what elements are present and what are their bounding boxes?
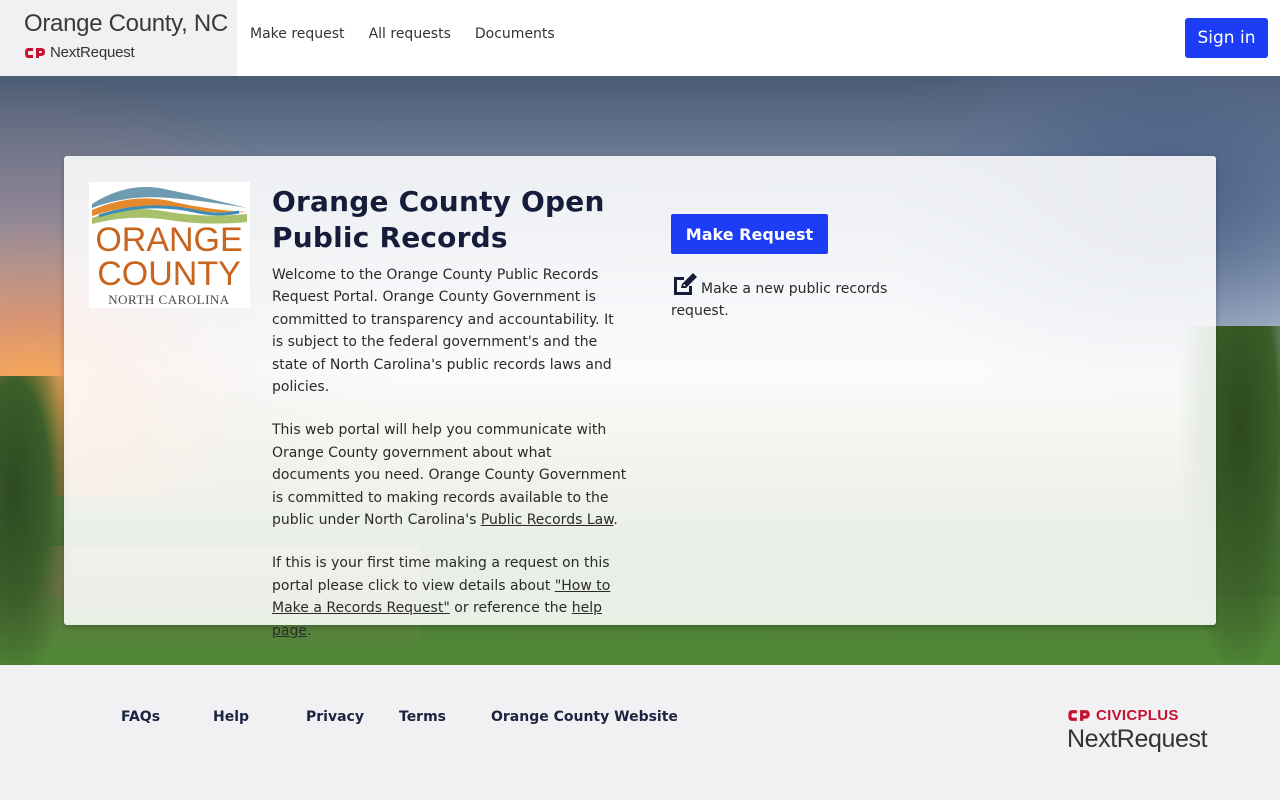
edit-icon bbox=[674, 273, 697, 295]
nav-all-requests[interactable]: All requests bbox=[369, 26, 451, 42]
first-time-end: . bbox=[306, 622, 312, 639]
footer-county-website-link[interactable]: Orange County Website bbox=[491, 709, 678, 725]
first-time-mid: or reference the bbox=[449, 600, 572, 617]
site-title[interactable]: Orange County, NC bbox=[24, 10, 237, 38]
sign-in-button[interactable]: Sign in bbox=[1185, 18, 1268, 58]
footer-terms-link[interactable]: Terms bbox=[399, 709, 446, 725]
civicplus-footer-icon bbox=[1068, 710, 1090, 721]
nextrequest-brand: NextRequest bbox=[24, 44, 237, 61]
make-request-button[interactable]: Make Request bbox=[671, 214, 828, 254]
orange-county-logo: ORANGE COUNTY NORTH CAROLINA bbox=[89, 182, 250, 308]
brand-box[interactable]: Orange County, NC NextRequest bbox=[0, 0, 237, 76]
make-request-description: Make a new public records request. bbox=[671, 271, 901, 322]
page-title: Orange County Open Public Records bbox=[272, 185, 605, 254]
hero-background: ORANGE COUNTY NORTH CAROLINA Orange Coun… bbox=[0, 76, 1280, 665]
county-logo-graphic: ORANGE COUNTY NORTH CAROLINA bbox=[92, 187, 247, 307]
make-request-text: Make a new public records request. bbox=[671, 281, 888, 319]
footer: FAQs Help Privacy Terms Orange County We… bbox=[0, 665, 1280, 800]
nav-documents[interactable]: Documents bbox=[475, 26, 555, 42]
footer-faqs-link[interactable]: FAQs bbox=[121, 709, 160, 725]
portal-paragraph: This web portal will help you communicat… bbox=[272, 419, 627, 531]
logo-line-2: COUNTY bbox=[97, 255, 241, 293]
main-nav: Make request All requests Documents bbox=[250, 26, 579, 42]
welcome-paragraph: Welcome to the Orange County Public Reco… bbox=[272, 267, 614, 396]
nextrequest-footer-label: NextRequest bbox=[1067, 725, 1208, 753]
logo-line-3: NORTH CAROLINA bbox=[108, 292, 230, 307]
welcome-content: Orange County Open Public Records Welcom… bbox=[272, 184, 627, 642]
portal-end: . bbox=[613, 512, 618, 529]
civicplus-row: CIVICPLUS bbox=[1067, 707, 1207, 724]
nextrequest-label: NextRequest bbox=[50, 44, 135, 61]
trees-left bbox=[0, 376, 70, 665]
first-time-paragraph: If this is your first time making a requ… bbox=[272, 552, 627, 642]
welcome-card: ORANGE COUNTY NORTH CAROLINA Orange Coun… bbox=[64, 156, 1216, 639]
footer-privacy-link[interactable]: Privacy bbox=[306, 709, 364, 725]
footer-help-link[interactable]: Help bbox=[213, 709, 249, 725]
civicplus-logo-icon bbox=[25, 47, 45, 58]
civicplus-footer-brand: CIVICPLUS NextRequest bbox=[1067, 707, 1208, 754]
civicplus-label: CIVICPLUS bbox=[1096, 707, 1179, 724]
nav-make-request[interactable]: Make request bbox=[250, 26, 345, 42]
logo-line-1: ORANGE bbox=[95, 221, 242, 259]
top-header: Orange County, NC NextRequest Make reque… bbox=[0, 0, 1280, 76]
public-records-law-link[interactable]: Public Records Law bbox=[481, 512, 614, 528]
